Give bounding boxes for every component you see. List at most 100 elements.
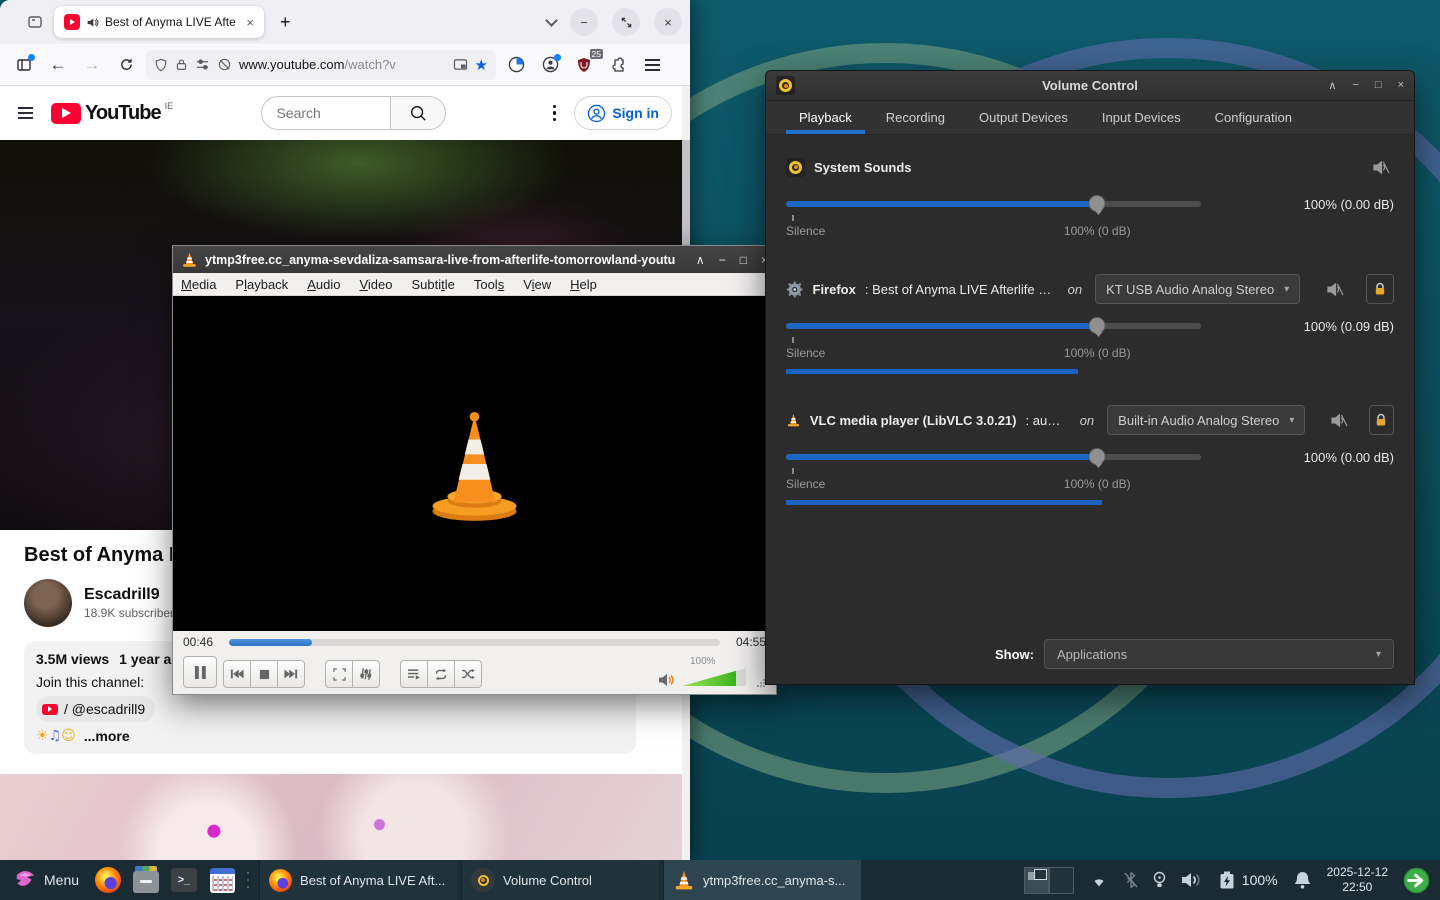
vlc-seek-bar[interactable] [229, 639, 720, 646]
channel-handle-chip[interactable]: / @escadrill9 [36, 696, 155, 722]
output-device-dropdown[interactable]: KT USB Audio Analog Stereo ▾ [1095, 274, 1300, 304]
window-minimize-button[interactable]: − [570, 8, 598, 36]
pavu-close-button[interactable]: × [1398, 79, 1404, 92]
lightbulb-icon[interactable] [1153, 871, 1166, 889]
volume-icon[interactable] [1181, 871, 1203, 889]
calendar-launcher[interactable] [205, 863, 239, 897]
vlc-menu-view[interactable]: View [523, 277, 551, 292]
channel-avatar[interactable] [24, 579, 72, 627]
loop-button[interactable] [427, 660, 455, 688]
extensions-puzzle-icon[interactable] [604, 51, 632, 79]
list-tabs-chevron-icon[interactable] [545, 14, 558, 27]
firefox-view-icon[interactable] [22, 9, 48, 35]
next-button[interactable] [277, 660, 305, 688]
extension-pie-icon[interactable] [502, 51, 530, 79]
show-more-link[interactable]: ...more [84, 728, 130, 744]
stop-button[interactable] [250, 660, 278, 688]
volume-slider[interactable] [786, 448, 1201, 466]
mute-toggle-icon[interactable] [1323, 282, 1347, 297]
search-button[interactable] [390, 96, 446, 130]
shield-icon[interactable] [154, 58, 168, 72]
mute-toggle-icon[interactable] [1368, 160, 1394, 175]
tab-input-devices[interactable]: Input Devices [1085, 101, 1198, 134]
vlc-shade-button[interactable]: ∧ [696, 253, 705, 267]
volume-slider[interactable] [786, 195, 1201, 213]
previous-button[interactable] [223, 660, 251, 688]
applications-menu-button[interactable]: Menu [6, 860, 87, 900]
task-volume-control[interactable]: Volume Control [461, 860, 659, 900]
lock-channels-button[interactable] [1369, 405, 1394, 435]
show-filter-dropdown[interactable]: Applications ▾ [1044, 639, 1394, 669]
autoplay-blocked-icon[interactable] [217, 57, 232, 72]
workspace-1[interactable] [1024, 867, 1049, 894]
playlist-button[interactable] [400, 660, 428, 688]
workspace-2[interactable] [1049, 867, 1074, 894]
battery-indicator[interactable]: 100% [1218, 870, 1278, 890]
vlc-menu-video[interactable]: Video [359, 277, 392, 292]
file-manager-launcher[interactable] [129, 863, 163, 897]
lock-icon[interactable] [175, 58, 188, 71]
reload-button[interactable] [112, 51, 140, 79]
new-tab-button[interactable]: + [274, 12, 297, 33]
mute-toggle-icon[interactable] [1328, 413, 1349, 428]
tab-close-icon[interactable]: × [244, 15, 256, 30]
vlc-menu-tools[interactable]: Tools [474, 277, 504, 292]
bookmark-star-icon[interactable]: ★ [475, 56, 488, 74]
vlc-menu-subtitle[interactable]: Subtitle [411, 277, 454, 292]
pavu-maximize-button[interactable]: □ [1375, 79, 1382, 92]
notifications-bell-icon[interactable] [1293, 870, 1312, 890]
url-bar[interactable]: www.youtube.com/watch?v ★ [146, 50, 496, 80]
ublock-icon[interactable]: 25 [570, 51, 598, 79]
output-device-dropdown[interactable]: Built-in Audio Analog Stereo ▾ [1107, 405, 1305, 435]
account-icon[interactable] [536, 51, 564, 79]
permissions-icon[interactable] [195, 58, 210, 71]
browser-tab[interactable]: Best of Anyma LIVE Afte × [54, 6, 264, 38]
vlc-title-bar[interactable]: ytmp3free.cc_anyma-sevdaliza-samsara-liv… [173, 246, 776, 273]
menu-hamburger-icon[interactable] [638, 51, 666, 79]
slider-handle[interactable] [1089, 448, 1106, 465]
youtube-guide-icon[interactable] [18, 112, 33, 114]
task-vlc[interactable]: ytmp3free.cc_anyma-s... [663, 860, 861, 900]
vlc-menu-audio[interactable]: Audio [307, 277, 340, 292]
sidebar-icon[interactable] [10, 51, 38, 79]
task-firefox[interactable]: Best of Anyma LIVE Aft... [259, 860, 457, 900]
shuffle-button[interactable] [454, 660, 482, 688]
firefox-launcher[interactable] [91, 863, 125, 897]
volume-control-title-bar[interactable]: Volume Control ∧ − □ × [766, 71, 1414, 101]
url-text[interactable]: www.youtube.com/watch?v [239, 57, 446, 72]
pavu-shade-button[interactable]: ∧ [1328, 79, 1336, 92]
bluetooth-disabled-icon[interactable] [1124, 871, 1138, 889]
vlc-menu-help[interactable]: Help [570, 277, 597, 292]
vlc-maximize-button[interactable]: □ [740, 253, 747, 267]
next-video-thumbnail[interactable] [0, 774, 690, 860]
picture-in-picture-icon[interactable] [453, 58, 468, 71]
fullscreen-button[interactable] [325, 660, 353, 688]
youtube-logo[interactable]: YouTube IE [51, 103, 173, 124]
slider-handle[interactable] [1089, 195, 1106, 212]
vlc-menu-playback[interactable]: Playback [235, 277, 288, 292]
terminal-launcher[interactable]: >_ [167, 863, 201, 897]
sign-in-button[interactable]: Sign in [574, 96, 672, 130]
vlc-video-area[interactable] [173, 296, 776, 631]
vlc-menu-media[interactable]: Media [181, 277, 216, 292]
clock[interactable]: 2025-12-12 22:50 [1327, 865, 1388, 895]
updates-tray-icon[interactable] [1403, 867, 1430, 894]
window-close-button[interactable]: × [654, 8, 682, 36]
volume-slider[interactable] [786, 317, 1201, 335]
vlc-volume-icon[interactable] [658, 672, 676, 688]
youtube-kebab-icon[interactable] [553, 105, 557, 122]
vlc-minimize-button[interactable]: − [719, 253, 726, 267]
window-restore-button[interactable] [612, 8, 640, 36]
search-input[interactable] [261, 96, 390, 130]
tab-recording[interactable]: Recording [869, 101, 962, 134]
vlc-volume-slider[interactable]: 100% [682, 658, 746, 688]
back-button[interactable]: ← [44, 51, 72, 79]
wifi-icon[interactable] [1089, 872, 1109, 888]
channel-name[interactable]: Escadrill9 [84, 586, 180, 604]
workspace-pager[interactable] [1024, 867, 1074, 894]
pause-button[interactable] [183, 656, 217, 688]
tab-audio-icon[interactable] [86, 16, 99, 29]
slider-handle[interactable] [1089, 317, 1106, 334]
equalizer-button[interactable] [352, 660, 380, 688]
tab-playback[interactable]: Playback [782, 101, 869, 134]
